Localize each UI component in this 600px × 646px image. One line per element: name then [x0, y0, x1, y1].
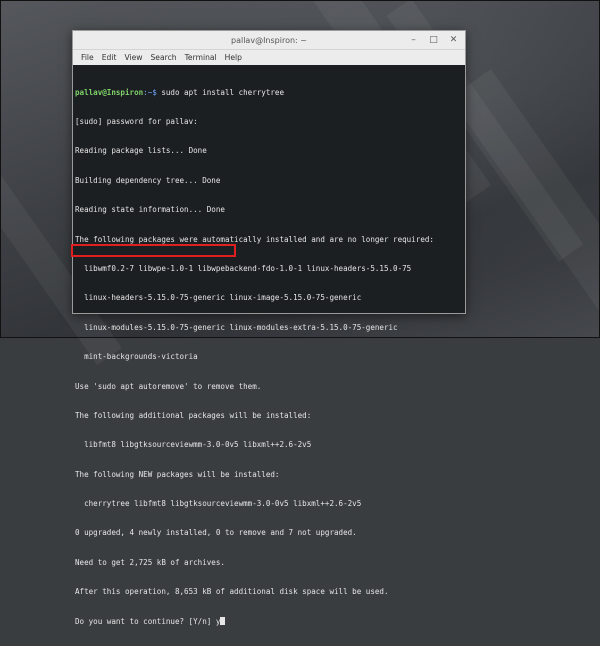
image-border — [0, 0, 600, 338]
output-line: The following NEW packages will be insta… — [75, 469, 280, 479]
output-line: Need to get 2,725 kB of archives. — [75, 557, 225, 567]
output-line: After this operation, 8,653 kB of additi… — [75, 587, 389, 597]
output-line: libfmt8 libgtksourceviewmm-3.0-0v5 libxm… — [75, 440, 312, 450]
output-line: The following additional packages will b… — [75, 410, 312, 420]
output-line: cherrytree libfmt8 libgtksourceviewmm-3.… — [75, 499, 362, 509]
confirm-prompt: Do you want to continue? [Y/n] — [75, 616, 216, 626]
output-line: mint-backgrounds-victoria — [75, 352, 198, 362]
output-line: Use 'sudo apt autoremove' to remove them… — [75, 381, 262, 391]
output-line: 0 upgraded, 4 newly installed, 0 to remo… — [75, 528, 357, 538]
confirm-line[interactable]: Do you want to continue? [Y/n] y — [75, 616, 465, 627]
text-cursor — [220, 616, 226, 625]
